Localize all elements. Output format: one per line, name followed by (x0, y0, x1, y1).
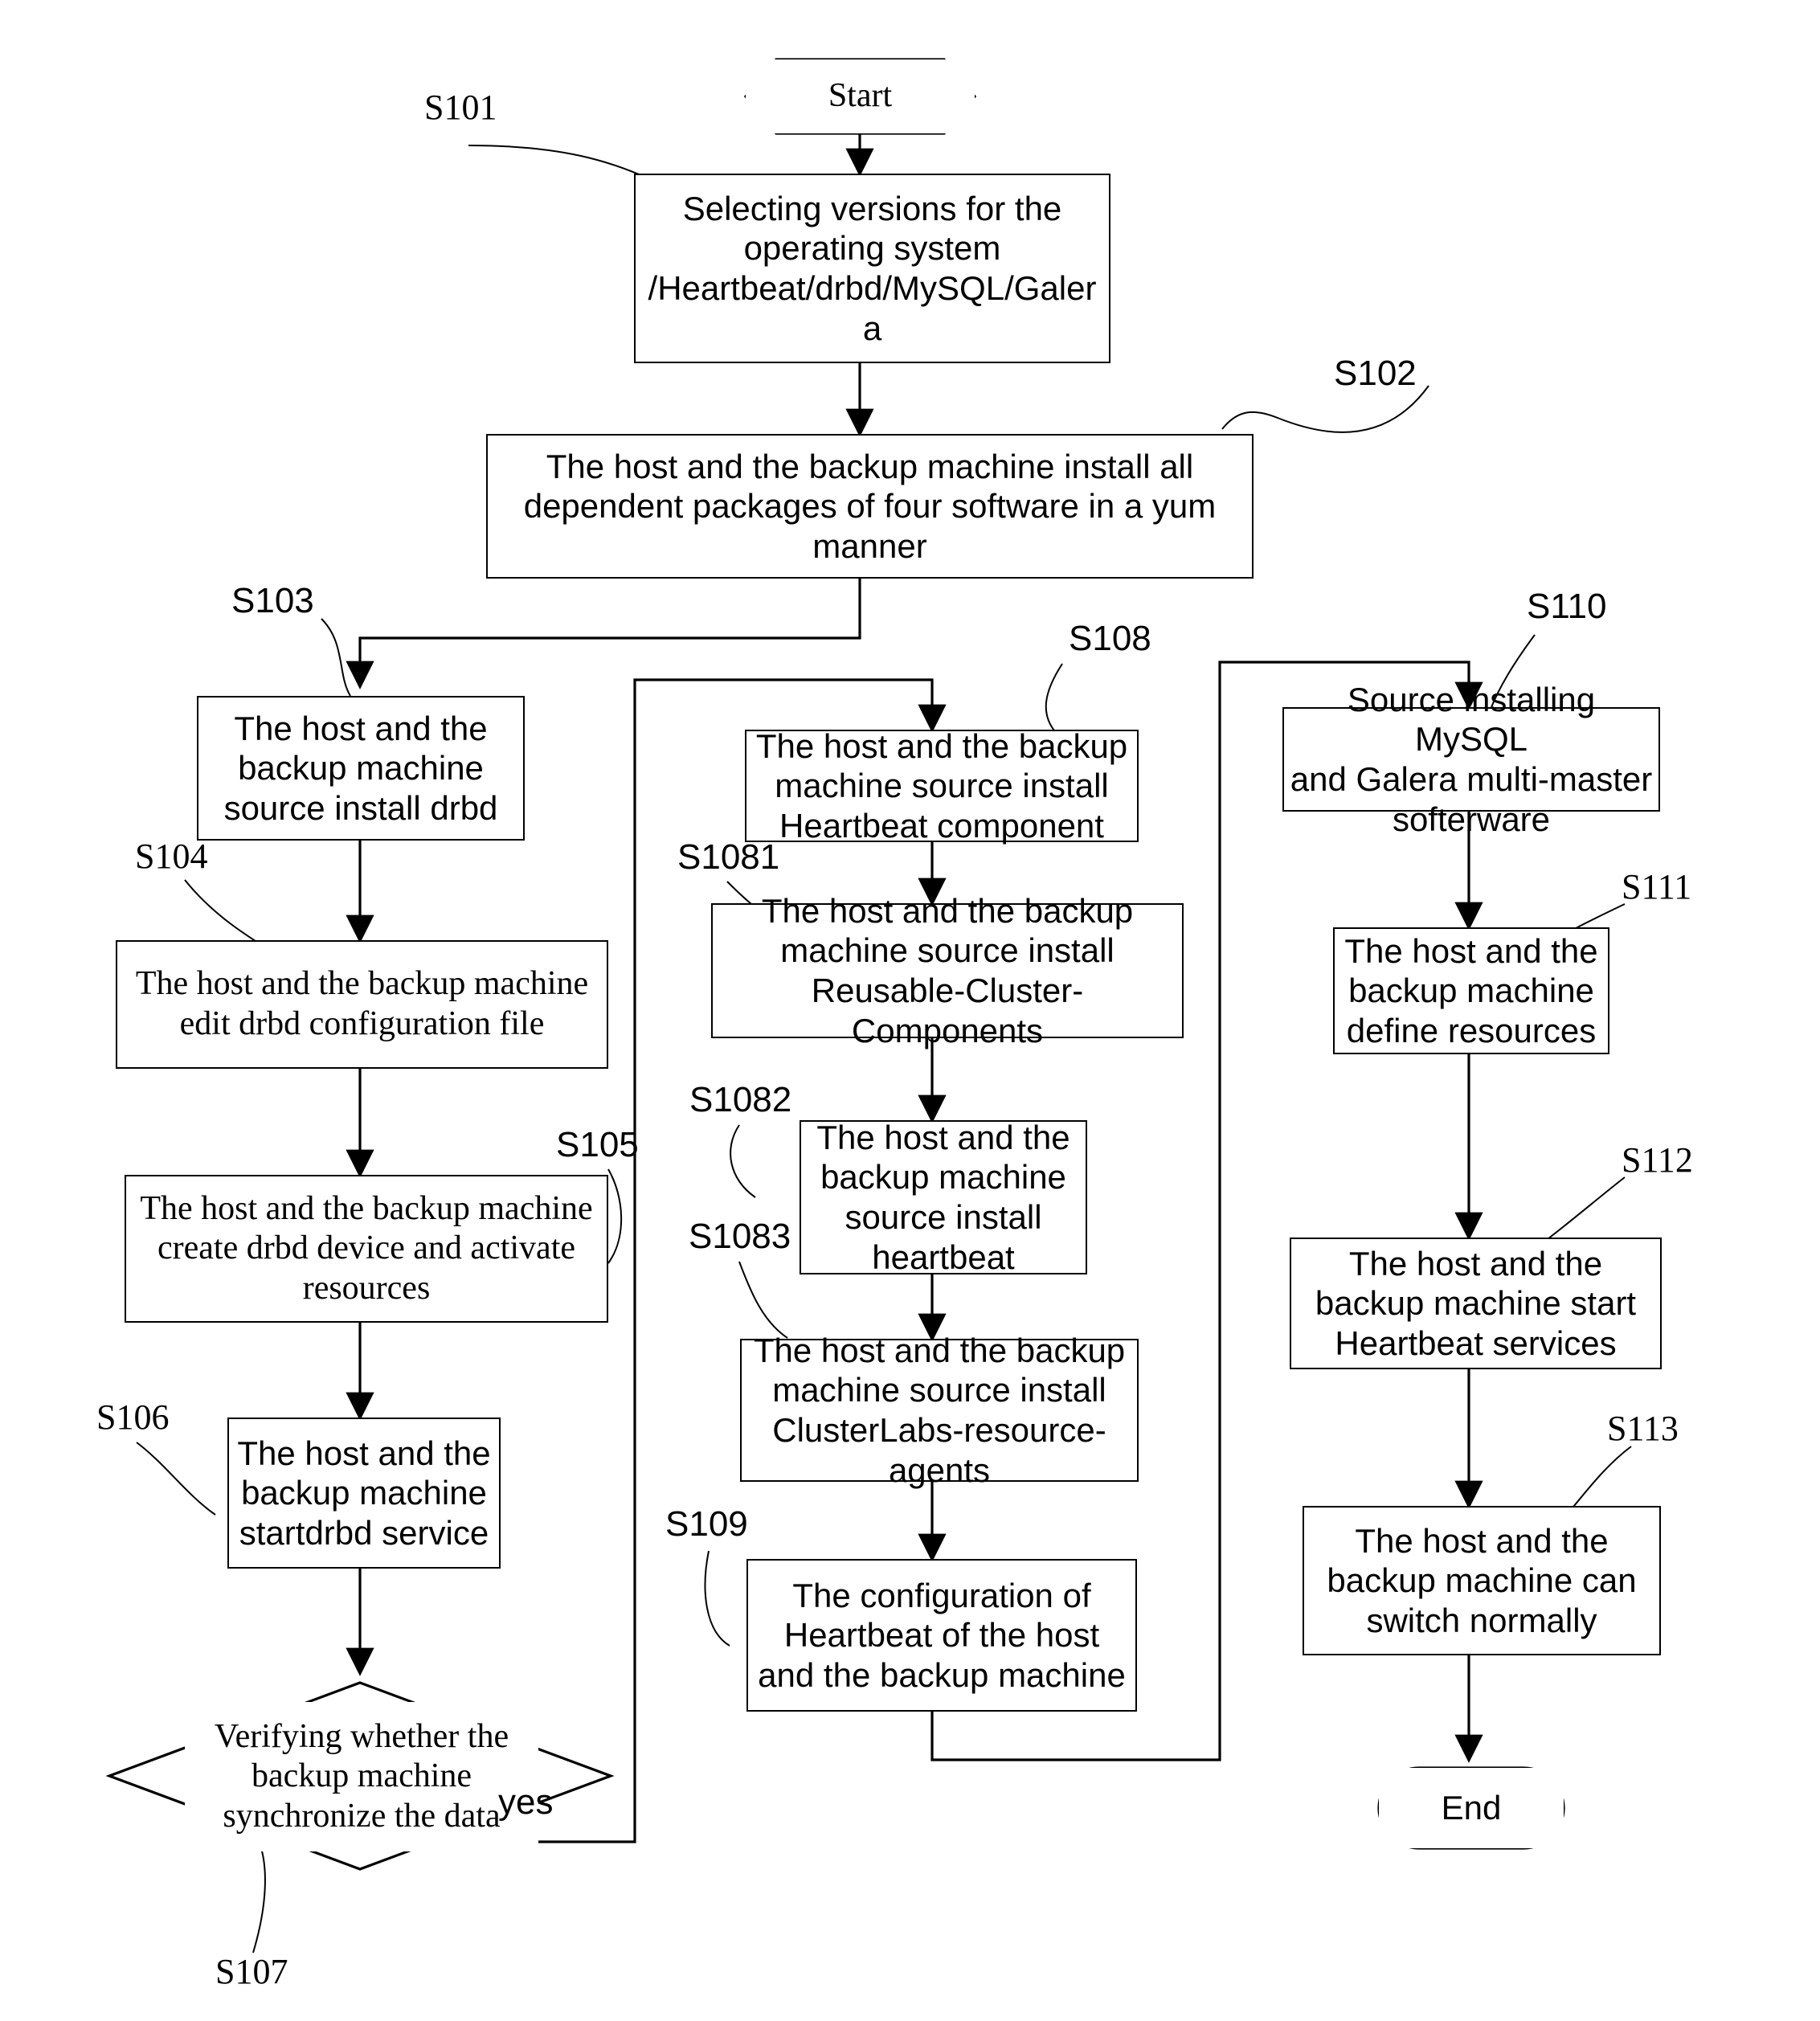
step-label-s103: S103 (231, 581, 314, 620)
process-s109: The configuration of Heartbeat of the ho… (746, 1559, 1137, 1712)
process-s101: Selecting versions for the operating sys… (634, 174, 1110, 363)
step-label-s1083: S1083 (689, 1217, 791, 1256)
decision-s107: Verifying whether the backup machine syn… (185, 1702, 538, 1851)
process-s110: Source installing MySQL and Galera multi… (1282, 681, 1660, 838)
step-label-s102: S102 (1334, 354, 1417, 393)
step-label-s101: S101 (424, 88, 497, 127)
step-label-s109: S109 (665, 1504, 748, 1544)
step-label-s1081: S1081 (677, 837, 780, 877)
process-s105-text: The host and the backup machine create d… (140, 1189, 593, 1307)
step-label-s104: S104 (135, 837, 208, 876)
process-s1081-text: The host and the backup machine source i… (761, 891, 1134, 1049)
process-s104: The host and the backup machine edit drb… (116, 940, 608, 1069)
process-s103-text: The host and the backup machine source i… (223, 709, 498, 827)
process-s113: The host and the backup machine can swit… (1303, 1506, 1661, 1655)
step-label-s105: S105 (556, 1125, 639, 1164)
process-s105: The host and the backup machine create d… (125, 1175, 608, 1323)
process-s112-text: The host and the backup machine start He… (1315, 1244, 1637, 1362)
process-s111-text: The host and the backup machine define r… (1344, 931, 1598, 1049)
end-label: End (1441, 1789, 1502, 1827)
process-s112: The host and the backup machine start He… (1290, 1238, 1662, 1369)
process-s106-text: The host and the backup machine startdrb… (237, 1434, 491, 1552)
step-label-s108: S108 (1069, 619, 1151, 658)
process-s113-text: The host and the backup machine can swit… (1327, 1521, 1637, 1639)
step-label-s1082: S1082 (689, 1080, 792, 1119)
process-s108-text: The host and the backup machine source i… (755, 726, 1128, 845)
branch-label-yes: yes (498, 1782, 554, 1822)
step-label-s107: S107 (215, 1952, 288, 1991)
process-s102: The host and the backup machine install … (486, 434, 1254, 579)
end-terminator: End (1379, 1768, 1564, 1848)
process-s103: The host and the backup machine source i… (197, 696, 525, 841)
process-s1082-text: The host and the backup machine source i… (816, 1118, 1070, 1276)
step-label-s110: S110 (1527, 587, 1607, 626)
process-s111: The host and the backup machine define r… (1333, 927, 1609, 1054)
process-s109-text: The configuration of Heartbeat of the ho… (758, 1576, 1126, 1694)
flowchart-canvas: Start End Selecting versions for the ope… (0, 0, 1820, 2021)
step-label-s113: S113 (1607, 1409, 1679, 1448)
start-terminator: Start (746, 59, 975, 133)
step-label-s106: S106 (96, 1397, 170, 1437)
process-s110-text: Source installing MySQL and Galera multi… (1290, 680, 1653, 838)
process-s106: The host and the backup machine startdrb… (227, 1418, 501, 1569)
decision-s107-text: Verifying whether the backup machine syn… (214, 1717, 509, 1835)
process-s1081: The host and the backup machine source i… (711, 892, 1184, 1049)
process-s104-text: The host and the backup machine edit drb… (135, 965, 589, 1042)
process-s108: The host and the backup machine source i… (745, 727, 1139, 845)
step-label-s111: S111 (1622, 867, 1692, 906)
process-s1082: The host and the backup machine source i… (800, 1119, 1087, 1276)
start-label: Start (828, 77, 893, 115)
step-label-s112: S112 (1622, 1140, 1693, 1180)
process-s1083: The host and the backup machine source i… (740, 1332, 1139, 1489)
process-s101-text: Selecting versions for the operating sys… (648, 189, 1097, 347)
process-s1083-text: The host and the backup machine source i… (753, 1331, 1126, 1489)
process-s102-text: The host and the backup machine install … (523, 447, 1217, 565)
